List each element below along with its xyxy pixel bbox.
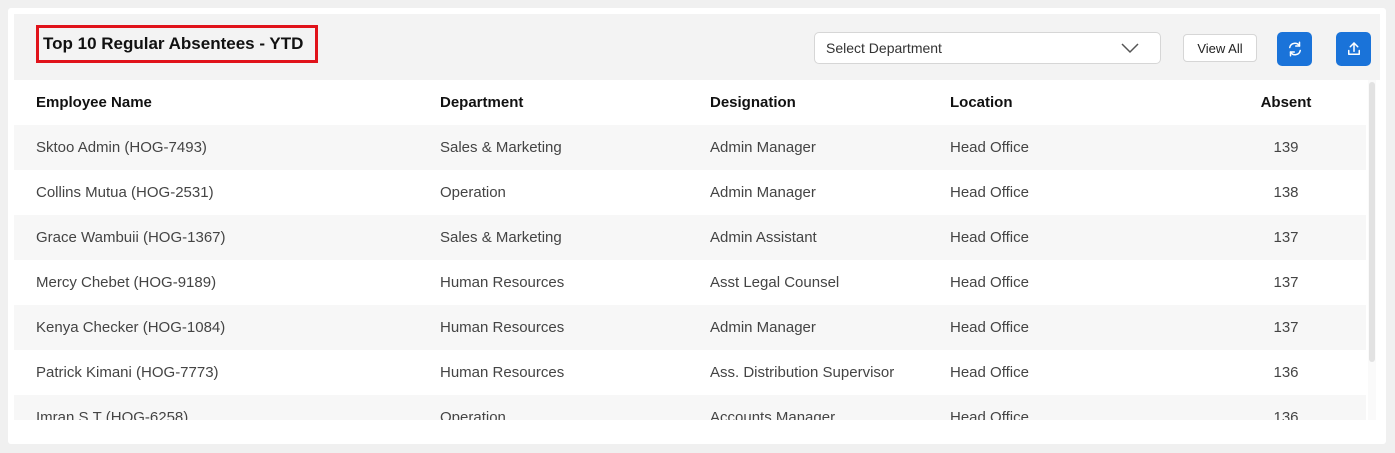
widget-title: Top 10 Regular Absentees - YTD	[36, 25, 318, 63]
department: Sales & Marketing	[440, 139, 562, 156]
column-header-department: Department	[440, 94, 524, 111]
table-row: Mercy Chebet (HOG-9189) Human Resources …	[14, 260, 1366, 305]
absent-count: 137	[1273, 319, 1299, 336]
absent-count: 137	[1273, 274, 1299, 291]
location: Head Office	[950, 274, 1029, 291]
scrollbar-thumb[interactable]	[1369, 82, 1375, 362]
table-body: Sktoo Admin (HOG-7493) Sales & Marketing…	[14, 125, 1366, 420]
department: Sales & Marketing	[440, 229, 562, 246]
chevron-down-icon	[1121, 43, 1139, 54]
absent-count: 137	[1273, 229, 1299, 246]
employee-name: Collins Mutua (HOG-2531)	[36, 184, 214, 201]
department: Operation	[440, 409, 506, 420]
employee-name: Kenya Checker (HOG-1084)	[36, 319, 226, 336]
absentees-table: Employee Name Department Designation Loc…	[14, 80, 1366, 420]
table-row: Kenya Checker (HOG-1084) Human Resources…	[14, 305, 1366, 350]
designation: Admin Assistant	[710, 228, 817, 246]
refresh-icon	[1288, 41, 1301, 57]
employee-name: Mercy Chebet (HOG-9189)	[36, 274, 217, 291]
designation: Admin Manager	[710, 318, 816, 336]
table-header: Employee Name Department Designation Loc…	[14, 80, 1366, 125]
table-row: Sktoo Admin (HOG-7493) Sales & Marketing…	[14, 125, 1366, 170]
upload-icon	[1347, 42, 1360, 55]
employee-name: Sktoo Admin (HOG-7493)	[36, 139, 207, 156]
designation: Admin Manager	[710, 138, 816, 156]
designation: Admin Manager	[710, 183, 816, 201]
refresh-button[interactable]	[1277, 32, 1312, 66]
widget-header: Top 10 Regular Absentees - YTD Select De…	[14, 14, 1380, 80]
table-row: Collins Mutua (HOG-2531) Operation Admin…	[14, 170, 1366, 215]
absent-count: 138	[1273, 184, 1299, 201]
location: Head Office	[950, 409, 1029, 420]
absent-count: 139	[1273, 139, 1299, 156]
export-button[interactable]	[1336, 32, 1371, 66]
department: Human Resources	[440, 364, 565, 381]
designation: Accounts Manager	[710, 408, 836, 421]
location: Head Office	[950, 229, 1029, 246]
location: Head Office	[950, 319, 1029, 336]
employee-name: Patrick Kimani (HOG-7773)	[36, 364, 219, 381]
employee-name: Grace Wambuii (HOG-1367)	[36, 229, 226, 246]
location: Head Office	[950, 139, 1029, 156]
column-header-employee-name: Employee Name	[36, 94, 152, 111]
department: Human Resources	[440, 319, 565, 336]
designation: Ass. Distribution Supervisor	[710, 363, 895, 381]
department-select[interactable]: Select Department	[814, 32, 1161, 64]
absent-count: 136	[1273, 364, 1299, 381]
employee-name: Imran S.T (HOG-6258)	[36, 409, 189, 420]
column-header-location: Location	[950, 94, 1013, 111]
department: Human Resources	[440, 274, 565, 291]
location: Head Office	[950, 364, 1029, 381]
table-row: Patrick Kimani (HOG-7773) Human Resource…	[14, 350, 1366, 395]
view-all-button[interactable]: View All	[1183, 34, 1257, 62]
table-row: Imran S.T (HOG-6258) Operation Accounts …	[14, 395, 1366, 420]
absentees-widget: Top 10 Regular Absentees - YTD Select De…	[8, 8, 1386, 444]
department: Operation	[440, 184, 506, 201]
column-header-absent: Absent	[1260, 94, 1312, 111]
table-row: Grace Wambuii (HOG-1367) Sales & Marketi…	[14, 215, 1366, 260]
location: Head Office	[950, 184, 1029, 201]
absent-count: 136	[1273, 409, 1299, 420]
designation: Asst Legal Counsel	[710, 273, 840, 291]
department-select-value: Select Department	[826, 40, 942, 56]
column-header-designation: Designation	[710, 93, 796, 111]
table-scrollbar[interactable]	[1368, 80, 1376, 420]
